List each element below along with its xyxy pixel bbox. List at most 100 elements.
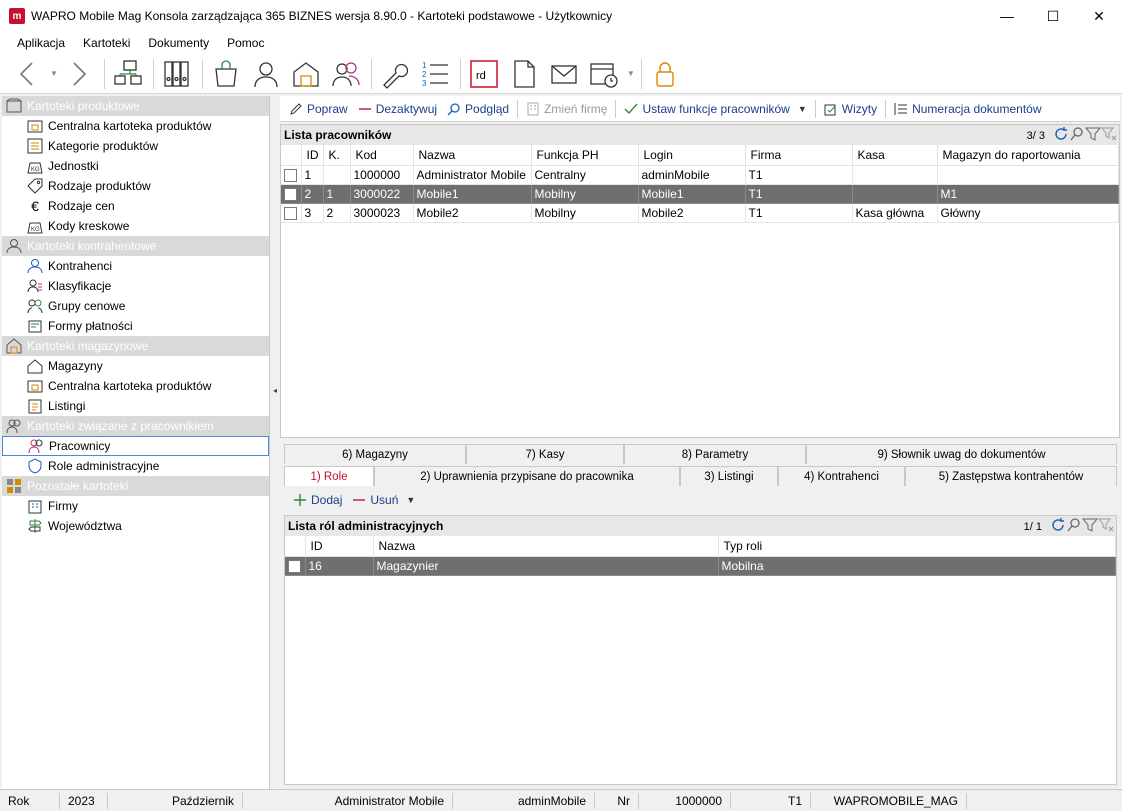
add-button[interactable]: Dodaj <box>288 493 347 507</box>
user-icon[interactable] <box>247 56 285 92</box>
warehouse-icon[interactable] <box>287 56 325 92</box>
tab-magazyny[interactable]: 6) Magazyny <box>284 444 466 464</box>
sidebar-item-rodzaje-cen[interactable]: € Rodzaje cen <box>2 196 269 216</box>
document-icon[interactable] <box>505 56 543 92</box>
minimize-button[interactable]: — <box>984 0 1030 32</box>
sidebar-item-grupy-cenowe[interactable]: Grupy cenowe <box>2 296 269 316</box>
shopping-bag-icon[interactable] <box>207 56 245 92</box>
tab-role[interactable]: 1) Role <box>284 466 374 486</box>
sidebar-item-centralna-kartoteka[interactable]: Centralna kartoteka produktów <box>2 116 269 136</box>
visits-button[interactable]: Wizyty <box>819 102 882 116</box>
tab-slownik-uwag[interactable]: 9) Słownik uwag do dokumentów <box>806 444 1117 464</box>
refresh-icon[interactable] <box>1050 517 1066 536</box>
deactivate-button[interactable]: Dezaktywuj <box>353 102 442 116</box>
table-row-selected[interactable]: 2 1 3000022 Mobile1 Mobilny Mobile1 T1 M… <box>281 184 1119 204</box>
dropdown-arrow-icon[interactable]: ▼ <box>406 495 415 505</box>
column-header[interactable] <box>281 145 302 166</box>
column-header-kasa[interactable]: Kasa <box>852 145 938 166</box>
row-checkbox[interactable] <box>285 556 306 576</box>
sidebar-item-rodzaje-produktow[interactable]: Rodzaje produktów <box>2 176 269 196</box>
column-header-firma[interactable]: Firma <box>745 145 853 166</box>
dropdown-arrow-icon[interactable]: ▼ <box>798 104 807 114</box>
tab-kontrahenci[interactable]: 4) Kontrahenci <box>778 466 905 486</box>
refresh-icon[interactable] <box>1053 126 1069 145</box>
sidebar-item-pracownicy[interactable]: Pracownicy <box>2 436 269 456</box>
sidebar-group-magazynowe[interactable]: Kartoteki magazynowe <box>2 336 269 356</box>
table-row[interactable]: 3 2 3000023 Mobile2 Mobilny Mobile2 T1 K… <box>281 203 1119 223</box>
network-icon[interactable] <box>109 56 147 92</box>
lock-icon[interactable] <box>646 56 684 92</box>
sidebar-item-firmy[interactable]: Firmy <box>2 496 269 516</box>
column-header-nazwa[interactable]: Nazwa <box>373 536 719 557</box>
menu-pomoc[interactable]: Pomoc <box>218 36 273 50</box>
filter-icon[interactable] <box>1084 126 1102 145</box>
search-icon[interactable] <box>1069 126 1085 145</box>
change-company-button[interactable]: Zmień firmę <box>521 102 612 116</box>
filter-icon[interactable] <box>1081 517 1099 536</box>
sidebar-item-jednostki[interactable]: KG Jednostki <box>2 156 269 176</box>
report-icon[interactable]: rd <box>465 56 503 92</box>
column-header-typ-roli[interactable]: Typ roli <box>718 536 1116 557</box>
sidebar-group-kontrahentowe[interactable]: Kartoteki kontrahentowe <box>2 236 269 256</box>
row-checkbox[interactable] <box>281 165 302 185</box>
set-functions-button[interactable]: Ustaw funkcje pracowników ▼ <box>619 102 811 116</box>
clear-filter-icon[interactable] <box>1100 126 1117 145</box>
add-label: Dodaj <box>311 493 343 507</box>
tab-parametry[interactable]: 8) Parametry <box>624 444 806 464</box>
clear-filter-icon[interactable] <box>1097 517 1114 536</box>
close-button[interactable]: ✕ <box>1076 0 1122 32</box>
column-header-funkcja[interactable]: Funkcja PH <box>531 145 639 166</box>
sidebar-group-produktowe[interactable]: Kartoteki produktowe <box>2 96 269 116</box>
menu-kartoteki[interactable]: Kartoteki <box>74 36 139 50</box>
sidebar-item-klasyfikacje[interactable]: Klasyfikacje <box>2 276 269 296</box>
mail-icon[interactable] <box>545 56 583 92</box>
product-card-icon <box>26 378 44 394</box>
sidebar-item-listingi[interactable]: Listingi <box>2 396 269 416</box>
row-checkbox[interactable] <box>281 203 302 223</box>
sidebar-item-kontrahenci[interactable]: Kontrahenci <box>2 256 269 276</box>
sidebar-group-pracownik[interactable]: Kartoteki związane z pracownikiem <box>2 416 269 436</box>
sidebar-item-wojewodztwa[interactable]: Województwa <box>2 516 269 536</box>
menu-dokumenty[interactable]: Dokumenty <box>139 36 218 50</box>
table-row[interactable]: 1 1000000 Administrator Mobile Centralny… <box>281 165 1119 185</box>
panel-splitter[interactable]: ◂ <box>271 96 280 789</box>
column-header-magazyn[interactable]: Magazyn do raportowania <box>937 145 1119 166</box>
calendar-icon[interactable] <box>585 56 623 92</box>
table-row-selected[interactable]: 16 Magazynier Mobilna <box>285 556 1116 576</box>
status-nr: 1000000 <box>639 792 731 809</box>
column-header-id[interactable]: ID <box>305 536 374 557</box>
column-header-id[interactable]: ID <box>301 145 324 166</box>
remove-button[interactable]: Usuń ▼ <box>347 493 420 507</box>
collapse-arrow-icon[interactable]: ◂ <box>273 386 277 395</box>
column-header[interactable] <box>285 536 306 557</box>
tab-zastepstwa[interactable]: 5) Zastępstwa kontrahentów <box>905 466 1117 486</box>
tab-kasy[interactable]: 7) Kasy <box>466 444 624 464</box>
column-header-login[interactable]: Login <box>638 145 746 166</box>
column-header-k[interactable]: K. <box>323 145 351 166</box>
sidebar-group-pozostale[interactable]: Pozostałe kartoteki <box>2 476 269 496</box>
column-header-nazwa[interactable]: Nazwa <box>413 145 532 166</box>
row-checkbox[interactable] <box>281 184 302 204</box>
edit-button[interactable]: Popraw <box>284 102 353 116</box>
tab-listingi[interactable]: 3) Listingi <box>680 466 778 486</box>
doc-numbering-button[interactable]: Numeracja dokumentów <box>889 102 1046 116</box>
users-icon[interactable] <box>327 56 365 92</box>
numbered-list-icon[interactable]: 123 <box>416 56 454 92</box>
column-header-kod[interactable]: Kod <box>350 145 414 166</box>
wrench-icon[interactable] <box>376 56 414 92</box>
sidebar-item-role-administracyjne[interactable]: Role administracyjne <box>2 456 269 476</box>
search-icon[interactable] <box>1066 517 1082 536</box>
binders-icon[interactable] <box>158 56 196 92</box>
tab-uprawnienia[interactable]: 2) Uprawnienia przypisane do pracownika <box>374 466 680 486</box>
sidebar-item-label: Rodzaje cen <box>48 199 115 213</box>
sidebar-item-kategorie[interactable]: Kategorie produktów <box>2 136 269 156</box>
sidebar-item-formy-platnosci[interactable]: Formy płatności <box>2 316 269 336</box>
sidebar-item-magazyny[interactable]: Magazyny <box>2 356 269 376</box>
sidebar-item-centralna-kartoteka-mag[interactable]: Centralna kartoteka produktów <box>2 376 269 396</box>
menu-aplikacja[interactable]: Aplikacja <box>8 36 74 50</box>
maximize-button[interactable]: ☐ <box>1030 0 1076 32</box>
preview-button[interactable]: Podgląd <box>442 102 514 116</box>
forward-arrow-icon[interactable] <box>60 56 98 92</box>
back-arrow-icon[interactable] <box>8 56 46 92</box>
sidebar-item-kody-kreskowe[interactable]: KG Kody kreskowe <box>2 216 269 236</box>
